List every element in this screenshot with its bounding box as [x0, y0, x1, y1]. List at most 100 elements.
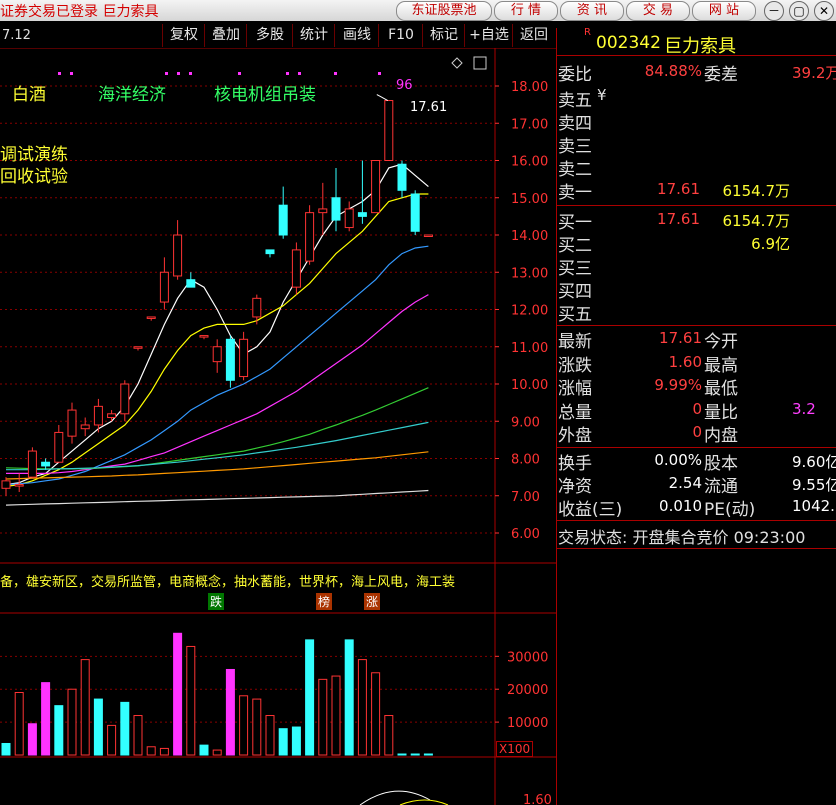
quotes-button[interactable]: 行 情	[494, 1, 558, 21]
volume-bar	[410, 753, 420, 756]
quote-label-2: 今开	[704, 332, 738, 352]
concept-strip[interactable]: 备，雄安新区，交易所监管，电商概念，抽水蓄能，世界杯，海上风电，海工装	[0, 571, 495, 590]
volume-bar	[1, 742, 11, 756]
quote-value: 1.60	[668, 352, 702, 371]
volume-bar	[397, 753, 407, 756]
volume-bar	[41, 682, 51, 756]
concept-tag[interactable]: 核电机组吊装	[214, 80, 316, 105]
volume-bar	[423, 753, 433, 756]
volume-bar	[344, 639, 354, 756]
candle-body	[199, 335, 209, 338]
candle-body	[291, 249, 301, 288]
candle-body	[239, 338, 249, 378]
volume-bar	[54, 705, 64, 756]
candle-body	[146, 316, 156, 319]
fund-value-2: 1042.	[792, 497, 835, 515]
moving-average-line	[5, 489, 429, 506]
maximize-icon[interactable]: ▢	[789, 1, 809, 21]
panel-toggle-icon	[473, 56, 487, 70]
news-button[interactable]: 资 讯	[560, 1, 624, 21]
candle-body	[225, 338, 235, 381]
limit-up-marker[interactable]: 涨	[364, 593, 381, 610]
ask4-label: 卖四	[558, 114, 592, 134]
stock-pool-button[interactable]: 东证股票池	[396, 1, 492, 21]
mark-button[interactable]: 标记	[422, 24, 465, 47]
quote-value: 17.61	[659, 329, 702, 347]
signal-dot	[189, 72, 192, 75]
bid3-label: 买三	[558, 259, 592, 279]
diamond-icon	[451, 57, 463, 69]
ask1-label: 卖一	[558, 183, 592, 203]
quote-value-2: 3.2	[792, 399, 816, 418]
candle-body	[397, 163, 407, 191]
price-tick-label: 17.00	[511, 117, 548, 132]
overlay-button[interactable]: 叠加	[204, 24, 247, 47]
minimize-icon[interactable]: －	[764, 1, 784, 21]
peak-marker-label: 96	[396, 78, 413, 93]
weibi-value: 84.88%	[644, 62, 702, 80]
statistics-button[interactable]: 统计	[292, 24, 335, 47]
stock-code: 002342	[596, 33, 661, 53]
candle-body	[344, 208, 354, 229]
candle-body	[27, 450, 37, 478]
list-marker[interactable]: 榜	[316, 593, 333, 610]
quote-label: 涨跌	[558, 355, 592, 376]
price-tick-label: 15.00	[511, 192, 548, 207]
candle-body	[14, 484, 24, 487]
ask1-price: 17.61	[657, 180, 700, 198]
candle-body	[212, 346, 222, 363]
fund-label-2: PE(动)	[704, 500, 756, 520]
peak-price-label: 17.61	[410, 100, 448, 115]
draw-line-button[interactable]: 画线	[334, 24, 379, 47]
ask1-volume: 6154.7万	[722, 182, 791, 200]
volume-bar	[93, 698, 103, 756]
ask5-label: 卖五	[558, 91, 592, 111]
volume-bar	[265, 715, 275, 756]
add-favorite-button[interactable]: +自选	[464, 24, 513, 47]
signal-dot	[286, 72, 289, 75]
volume-bar	[159, 747, 169, 756]
volume-bar	[133, 715, 143, 756]
ask3-label: 卖三	[558, 137, 592, 157]
restore-rights-button[interactable]: 复权	[162, 24, 205, 47]
candle-body	[93, 405, 103, 426]
candle-body	[252, 297, 262, 318]
fund-label-2: 流通	[704, 477, 738, 497]
drop-marker[interactable]: 跌	[208, 593, 225, 610]
close-icon[interactable]: ✕	[814, 1, 834, 21]
concept-tag[interactable]: 白酒	[12, 80, 46, 105]
volume-bar	[173, 632, 183, 756]
trade-button[interactable]: 交 易	[626, 1, 690, 21]
candle-body	[423, 234, 433, 237]
volume-bar	[199, 744, 209, 756]
indicator-tick-label: 1.60	[523, 793, 552, 805]
volume-bar	[107, 724, 117, 756]
price-tick-label: 9.00	[511, 415, 540, 430]
candle-body	[384, 100, 394, 161]
volume-bar	[278, 728, 288, 756]
volume-bar	[14, 692, 24, 756]
price-tick-label: 12.00	[511, 304, 548, 319]
f10-button[interactable]: F10	[378, 24, 423, 47]
price-tick-label: 18.00	[511, 80, 548, 95]
concept-tag[interactable]: 回收试验	[0, 162, 68, 187]
volume-bar	[239, 695, 249, 756]
candle-body	[318, 208, 328, 214]
back-button[interactable]: 返回	[512, 24, 555, 47]
volume-bar	[67, 688, 77, 756]
quote-table: 最新 17.61 今开 涨跌 1.60 最高 涨幅 9.99% 最低 总量 0 量比 3.2 外盘 0 内盘	[556, 327, 836, 447]
fund-value-2: 9.55亿	[792, 476, 836, 494]
kline-chart[interactable]: 18.00 17.00 16.00 15.00 14.00 13.00 12.00 11.00…	[0, 48, 556, 805]
fund-label: 换手	[558, 454, 592, 474]
volume-bar	[331, 675, 341, 756]
concept-tag[interactable]: 海洋经济	[98, 80, 166, 105]
volume-bar	[318, 678, 328, 756]
multi-stock-button[interactable]: 多股	[246, 24, 293, 47]
candle-body	[265, 249, 275, 255]
bid1-volume: 6154.7万	[722, 212, 791, 230]
weicha-value: 39.2万	[792, 64, 836, 82]
volume-bar	[384, 715, 394, 756]
candle-body	[67, 409, 77, 437]
price-tick-label: 13.00	[511, 266, 548, 281]
website-button[interactable]: 网 站	[692, 1, 756, 21]
